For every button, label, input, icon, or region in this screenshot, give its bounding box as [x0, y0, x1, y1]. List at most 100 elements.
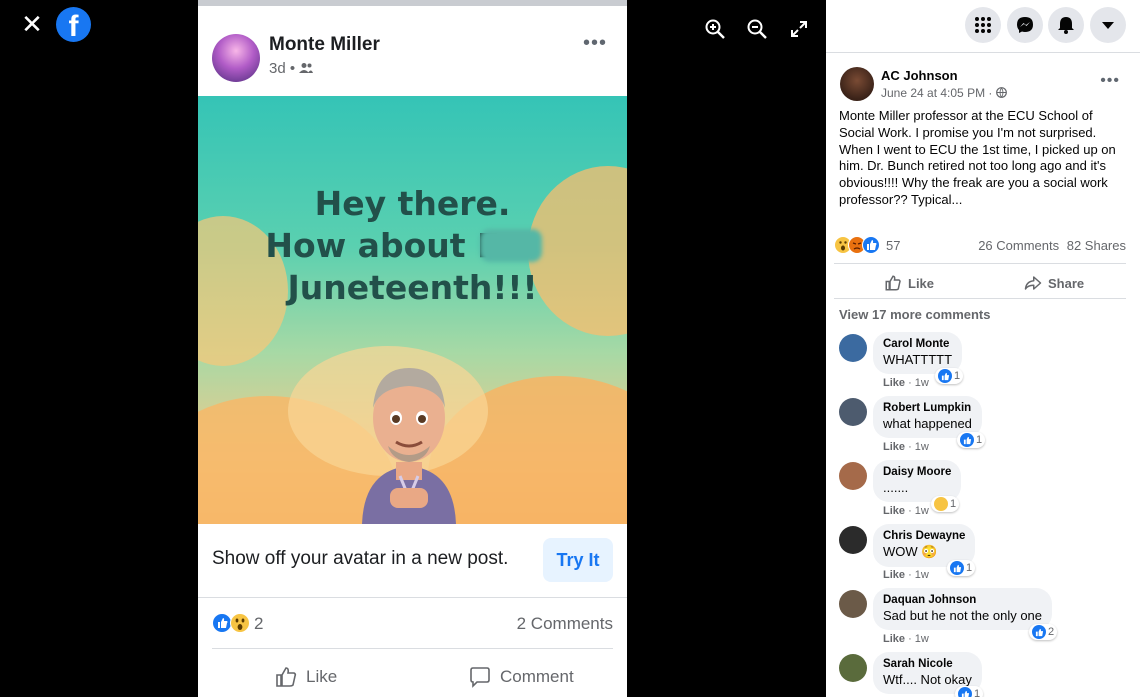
comment-time[interactable]: 1w	[915, 441, 929, 453]
comment-meta: Like · 1w	[883, 505, 929, 517]
post-meta: 3d •	[269, 60, 314, 77]
thumbs-up-icon	[276, 667, 297, 687]
comment-reaction-badge[interactable]: 1	[931, 496, 960, 512]
comment-time[interactable]: 1w	[915, 505, 929, 517]
view-more-comments-link[interactable]: View 17 more comments	[839, 307, 991, 322]
zoom-out-icon[interactable]	[746, 18, 768, 40]
comment-reaction-badge[interactable]: 1	[955, 686, 984, 697]
post-date[interactable]: June 24 at 4:05 PM ·	[881, 86, 1007, 100]
messenger-icon[interactable]	[1007, 7, 1043, 43]
comment-meta: Like · 1w	[883, 377, 929, 389]
comment-time[interactable]: 1w	[915, 377, 929, 389]
haha-reaction-icon	[934, 497, 948, 511]
close-icon[interactable]: ✕	[20, 11, 44, 37]
share-action[interactable]: Share	[1024, 274, 1084, 292]
reaction-icons[interactable]	[834, 236, 882, 254]
post-date-text: June 24 at 4:05 PM ·	[881, 86, 993, 100]
comment-reaction-badge[interactable]: 1	[935, 368, 964, 384]
like-action[interactable]: Like	[274, 665, 337, 689]
panel-toolbar	[826, 0, 1140, 53]
comment-meta: Like · 1w	[883, 441, 929, 453]
like-reaction-icon	[950, 561, 964, 575]
comment-reaction-count: 1	[966, 562, 973, 574]
reaction-count[interactable]: 2	[254, 614, 263, 634]
shared-post-screenshot: Monte Miller 3d • ••• Hey there. How abo…	[198, 0, 627, 697]
like-action[interactable]: Like	[884, 274, 934, 292]
comment-time[interactable]: 1w	[915, 569, 929, 581]
wow-angry-like-reaction-icons	[834, 236, 880, 254]
avatar[interactable]	[839, 654, 867, 682]
try-it-button[interactable]: Try It	[543, 538, 613, 582]
reaction-icons[interactable]	[212, 613, 252, 638]
comment-author[interactable]: Chris Dewayne	[883, 530, 965, 542]
fullscreen-icon[interactable]	[788, 18, 810, 40]
shares-count[interactable]: 82 Shares	[1067, 238, 1126, 253]
comment-reaction-count: 1	[954, 370, 961, 382]
avatar-cta-row: Show off your avatar in a new post. Try …	[198, 524, 627, 598]
facebook-logo[interactable]: f	[56, 7, 91, 42]
post-more-icon[interactable]: •••	[1100, 72, 1120, 90]
comment-reaction-count: 2	[1048, 626, 1055, 638]
avatar[interactable]	[839, 334, 867, 362]
banner-line-3: Juneteenth!!!	[287, 268, 538, 307]
photo-viewer: ✕ f Monte Miller 3d • ••• Hey there. How…	[0, 0, 826, 697]
comment-reaction-badge[interactable]: 2	[1029, 624, 1058, 640]
comment-time[interactable]: 1w	[915, 633, 929, 645]
comment-text: WHATTTTT	[883, 352, 953, 367]
comment-text: Wtf.... Not okay	[883, 672, 972, 687]
comment-action[interactable]: Comment	[468, 665, 574, 689]
comments-count[interactable]: 26 Comments	[978, 238, 1059, 253]
comment-like-link[interactable]: Like	[883, 505, 905, 517]
comment-author[interactable]: Sarah Nicole	[883, 658, 972, 670]
censor-blur	[480, 229, 542, 262]
comment-reaction-badge[interactable]: 1	[957, 432, 986, 448]
like-reaction-icon	[958, 687, 972, 697]
post-more-icon[interactable]: •••	[583, 32, 607, 55]
comment-like-link[interactable]: Like	[883, 569, 905, 581]
post-author[interactable]: Monte Miller	[269, 34, 380, 56]
comment-text: WOW 😳	[883, 544, 938, 559]
banner-line-2: How about F	[265, 226, 500, 265]
comment-reaction-count: 1	[950, 498, 957, 510]
comment-author[interactable]: Daisy Moore	[883, 466, 951, 478]
zoom-in-icon[interactable]	[704, 18, 726, 40]
avatar-banner-image: Hey there. How about F Juneteenth!!!	[198, 96, 627, 524]
notifications-icon[interactable]	[1048, 7, 1084, 43]
thumbs-up-icon	[885, 275, 901, 291]
comment-meta: Like · 1w	[883, 633, 929, 645]
avatar[interactable]	[839, 590, 867, 618]
comment-reaction-badge[interactable]: 1	[947, 560, 976, 576]
banner-line-1: Hey there.	[314, 184, 511, 223]
comment-like-link[interactable]: Like	[883, 377, 905, 389]
comment-like-link[interactable]: Like	[883, 633, 905, 645]
avatar[interactable]	[840, 67, 874, 101]
avatar[interactable]	[839, 398, 867, 426]
comment-meta: Like · 1w	[883, 569, 929, 581]
account-dropdown-icon[interactable]	[1090, 7, 1126, 43]
comments-count[interactable]: 2 Comments	[517, 614, 613, 634]
reaction-count[interactable]: 57	[886, 238, 900, 253]
avatar[interactable]	[212, 34, 260, 82]
share-label: Share	[1048, 275, 1085, 291]
post-time: 3d	[269, 60, 286, 77]
avatar[interactable]	[839, 526, 867, 554]
post-author[interactable]: AC Johnson	[881, 68, 958, 83]
comment-text: .......	[883, 480, 909, 495]
comment-author[interactable]: Robert Lumpkin	[883, 402, 972, 414]
post-actions: Like Share	[834, 263, 1126, 299]
comment-reaction-count: 1	[974, 688, 981, 697]
menu-grid-icon[interactable]	[965, 7, 1001, 43]
like-reaction-icon	[960, 433, 974, 447]
screenshot-top-strip	[198, 0, 627, 18]
like-label: Like	[306, 667, 338, 686]
like-wow-reaction-icons	[212, 613, 250, 633]
comment-author[interactable]: Daquan Johnson	[883, 594, 1042, 606]
post-text: Monte Miller professor at the ECU School…	[839, 108, 1116, 207]
post-header: Monte Miller 3d • •••	[198, 18, 627, 96]
comment-author[interactable]: Carol Monte	[883, 338, 952, 350]
comment-reaction-count: 1	[976, 434, 983, 446]
comment-like-link[interactable]: Like	[883, 441, 905, 453]
comment-bubble: Daquan Johnson Sad but he not the only o…	[873, 588, 1053, 630]
avatar[interactable]	[839, 462, 867, 490]
like-reaction-icon	[1032, 625, 1046, 639]
